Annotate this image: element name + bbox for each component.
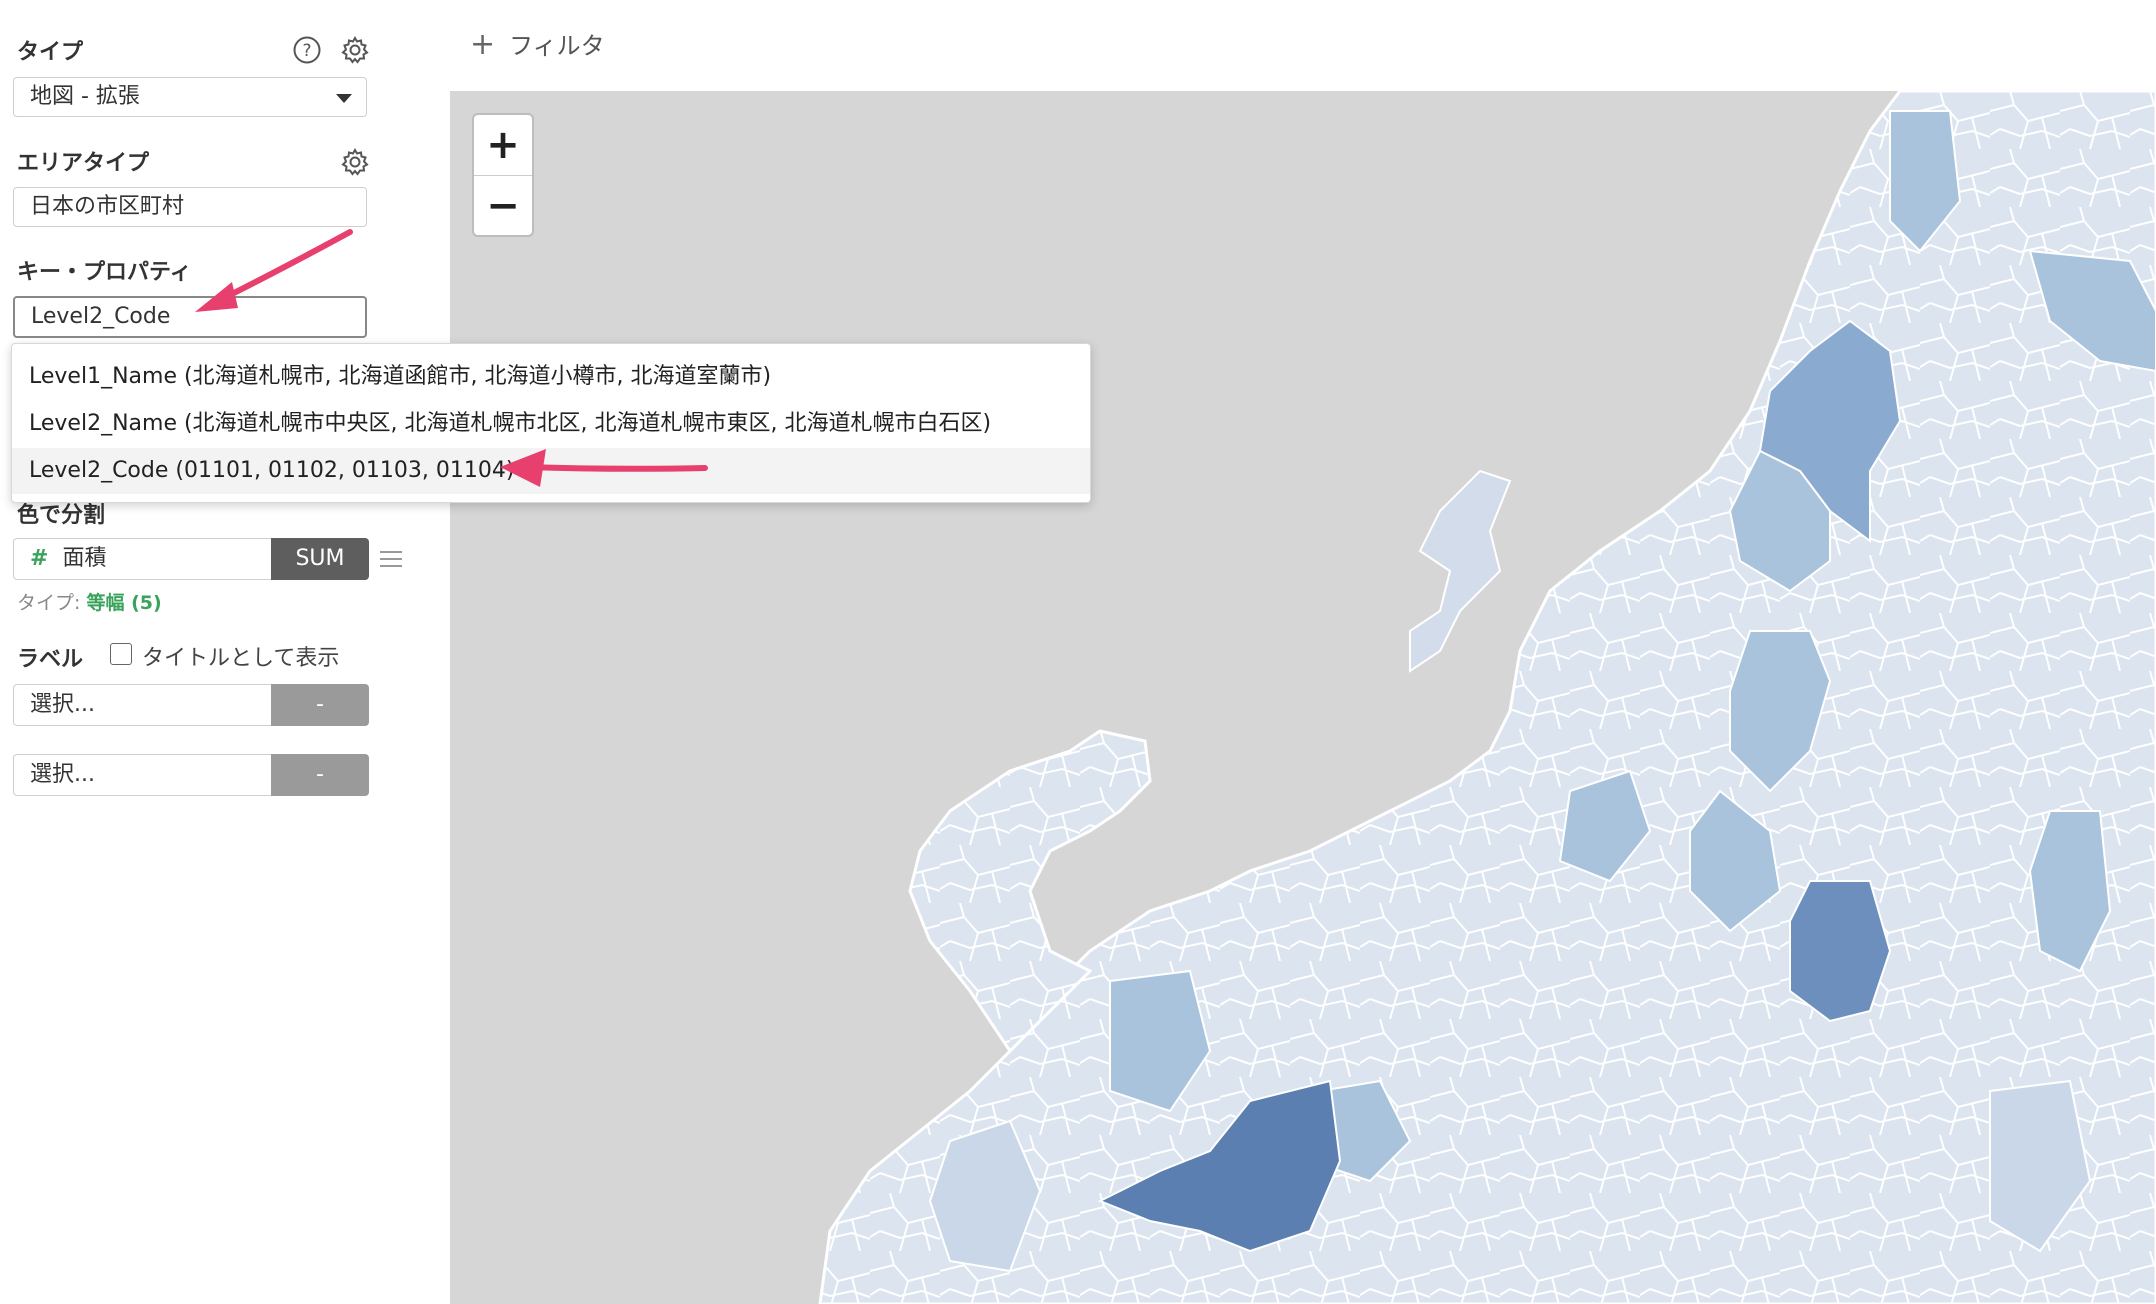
color-field[interactable]: # 面積 — [13, 538, 271, 580]
key-property-value: Level2_Code — [31, 304, 171, 329]
color-field-row: # 面積 SUM — [13, 538, 369, 580]
dropdown-option-level2-code[interactable]: Level2_Code (01101, 01102, 01103, 01104) — [12, 448, 1090, 494]
add-filter-button[interactable]: + フィルタ — [470, 26, 605, 62]
gear-icon[interactable] — [338, 145, 372, 179]
area-type-select[interactable]: 日本の市区町村 — [13, 187, 367, 227]
area-type-title: エリアタイプ — [17, 151, 150, 176]
label-select-2-button[interactable]: - — [271, 754, 369, 796]
show-as-title-label: タイトルとして表示 — [142, 646, 340, 671]
color-type-label: タイプ: — [17, 592, 81, 614]
color-type-value[interactable]: 等幅 (5) — [86, 592, 161, 614]
dropdown-option-level2-name[interactable]: Level2_Name (北海道札幌市中央区, 北海道札幌市北区, 北海道札幌市… — [12, 401, 1090, 447]
aggregation-button[interactable]: SUM — [271, 538, 369, 580]
gear-icon[interactable] — [338, 33, 372, 67]
label-select-1[interactable]: 選択... — [13, 684, 271, 726]
chart-type-value: 地図 - 拡張 — [30, 84, 140, 109]
zoom-control: + − — [472, 113, 534, 237]
area-type-value: 日本の市区町村 — [30, 194, 185, 219]
label-select-row-1: 選択... - — [13, 684, 369, 726]
zoom-in-button[interactable]: + — [474, 115, 532, 176]
color-type-info: タイプ: 等幅 (5) — [17, 588, 162, 615]
chevron-down-icon — [336, 94, 352, 103]
key-property-title: キー・プロパティ — [17, 260, 192, 285]
help-icon[interactable]: ? — [290, 33, 324, 67]
number-type-icon: # — [30, 546, 49, 571]
color-field-name: 面積 — [62, 546, 107, 571]
key-property-input[interactable]: Level2_Code — [13, 296, 367, 338]
dropdown-option-level1-name[interactable]: Level1_Name (北海道札幌市, 北海道函館市, 北海道小樽市, 北海道… — [12, 354, 1090, 400]
label-select-row-2: 選択... - — [13, 754, 369, 796]
show-as-title-checkbox[interactable] — [110, 643, 132, 665]
key-property-dropdown: Level1_Name (北海道札幌市, 北海道函館市, 北海道小樽市, 北海道… — [11, 343, 1091, 503]
map-view[interactable]: + − — [450, 91, 2156, 1304]
mainland-region — [818, 91, 2156, 1304]
type-section-title: タイプ — [17, 40, 84, 65]
filter-label: フィルタ — [509, 32, 605, 60]
choropleth-map — [818, 91, 2156, 1304]
chart-type-select[interactable]: 地図 - 拡張 — [13, 77, 367, 117]
label-select-2[interactable]: 選択... — [13, 754, 271, 796]
zoom-out-button[interactable]: − — [474, 176, 532, 236]
label-section-title: ラベル — [17, 647, 84, 672]
label-select-1-button[interactable]: - — [271, 684, 369, 726]
plus-icon: + — [470, 27, 496, 62]
sado-island — [1409, 469, 1512, 673]
svg-text:?: ? — [302, 41, 311, 61]
settings-sidebar: タイプ ? 地図 - 拡張 エリアタイプ 日本の市区町村 キー・プロパティ Le… — [0, 0, 450, 1304]
menu-icon[interactable] — [380, 551, 402, 572]
